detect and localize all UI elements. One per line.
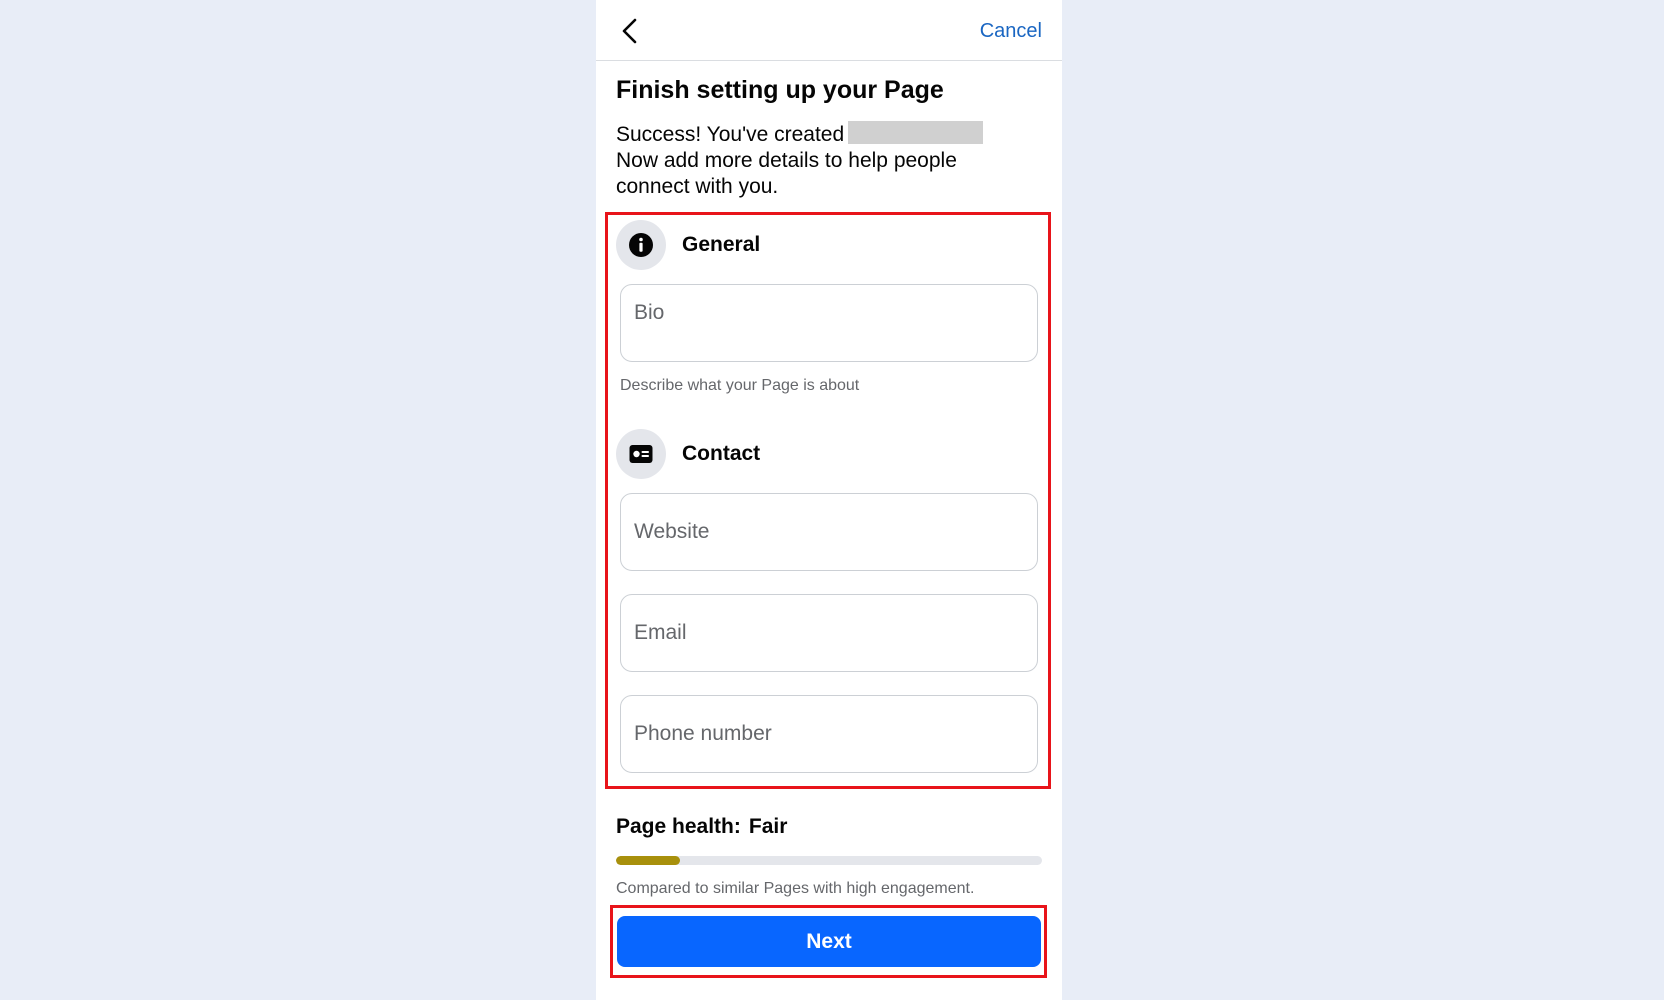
phone-field[interactable]: [620, 695, 1038, 773]
general-label: General: [682, 233, 761, 256]
contact-label: Contact: [682, 442, 761, 465]
website-field[interactable]: [620, 493, 1038, 571]
page-title: Finish setting up your Page: [616, 76, 944, 104]
success-text: Success! You've created: [616, 123, 845, 146]
next-button[interactable]: Next: [617, 916, 1041, 967]
page-health-progress-fill: [616, 856, 680, 865]
success-message: Success! You've created Now add more det…: [616, 121, 1036, 200]
page-health-note: Compared to similar Pages with high enga…: [616, 880, 975, 897]
contact-card-icon: [616, 429, 666, 479]
details-prompt: Now add more details to help people conn…: [616, 149, 957, 198]
page-health-progress: [616, 856, 1042, 865]
general-section-header: General: [616, 220, 760, 270]
page-health-value: Fair: [748, 815, 788, 838]
email-field[interactable]: [620, 594, 1038, 672]
top-bar: Cancel: [596, 0, 1062, 61]
redacted-page-name: [848, 121, 984, 144]
bio-input[interactable]: [621, 285, 1037, 325]
bio-field[interactable]: [620, 284, 1038, 362]
phone-screen: Cancel Finish setting up your Page Succe…: [596, 0, 1062, 1000]
phone-input[interactable]: [621, 696, 1037, 772]
page-health-heading: Page health: Fair: [616, 815, 787, 839]
back-button[interactable]: [616, 16, 646, 46]
bio-helper-text: Describe what your Page is about: [620, 377, 860, 394]
cancel-button[interactable]: Cancel: [980, 20, 1042, 43]
info-icon: [616, 220, 666, 270]
chevron-left-icon: [622, 18, 637, 44]
email-input[interactable]: [621, 595, 1037, 671]
page-health-label: Page health:: [616, 815, 741, 838]
contact-section-header: Contact: [616, 429, 760, 479]
website-input[interactable]: [621, 494, 1037, 570]
